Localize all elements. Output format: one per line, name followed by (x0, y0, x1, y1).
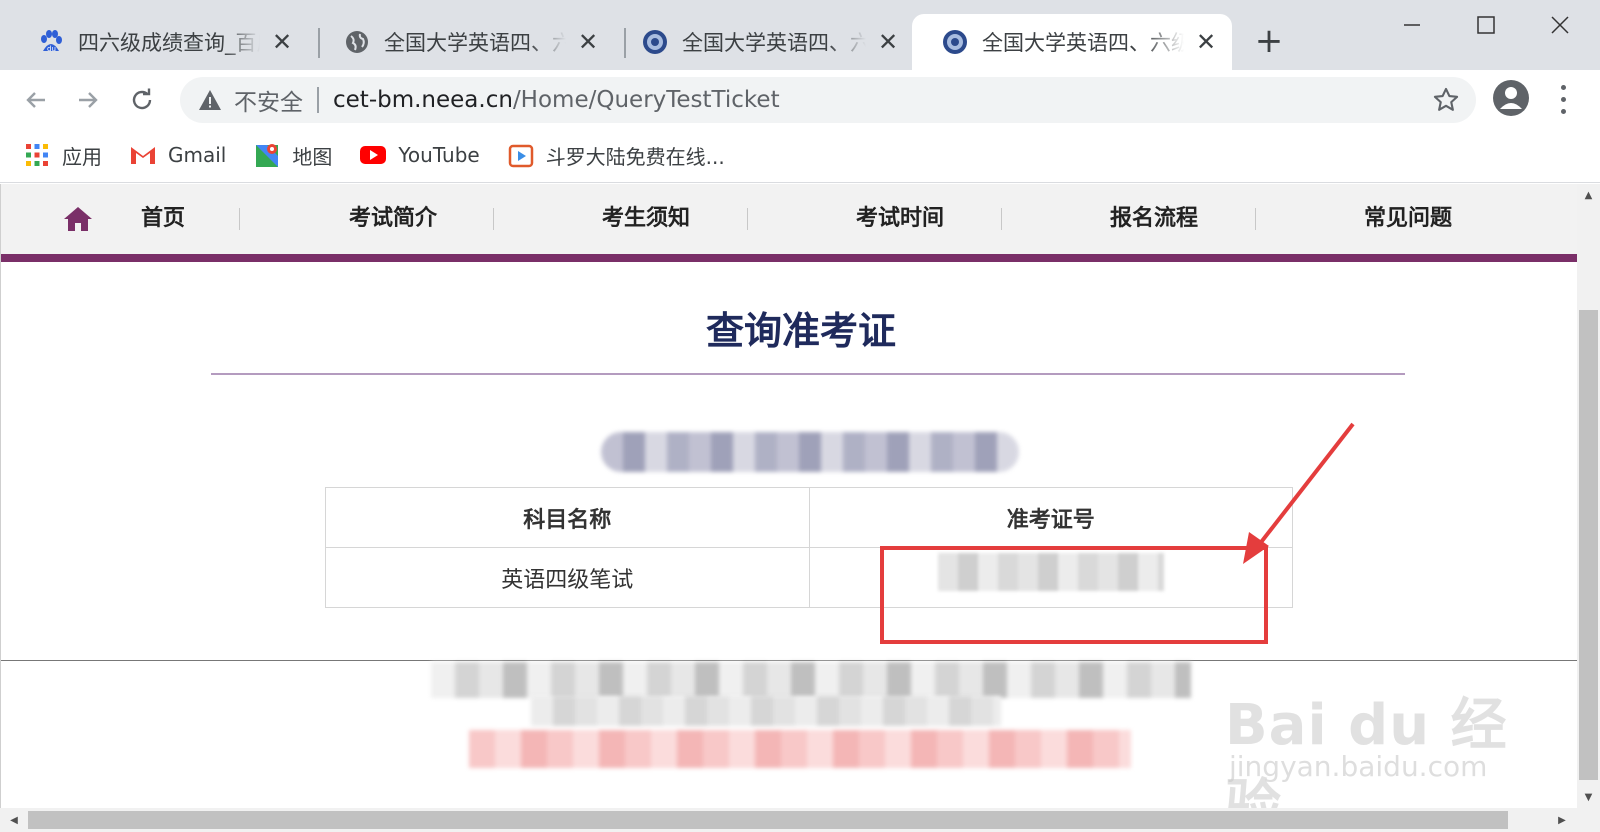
close-tab-icon[interactable]: ✕ (576, 28, 600, 56)
url-text[interactable]: cet-bm.neea.cn/Home/QueryTestTicket (333, 87, 780, 113)
warning-triangle-icon[interactable] (198, 88, 222, 112)
browser-menu-icon[interactable] (1553, 81, 1573, 117)
security-status[interactable]: 不安全 (234, 83, 303, 117)
bookmark-label: 地图 (292, 144, 333, 169)
page-viewport: 首页 考试简介 考生须知 考试时间 报名流程 常见问题 查询准考证 科目名称 准… (0, 184, 1577, 808)
close-tab-icon[interactable]: ✕ (876, 28, 900, 56)
reload-icon[interactable] (122, 80, 162, 120)
tab-title: 全国大学英语四、六级 (982, 31, 1184, 55)
nav-separator (1255, 208, 1256, 230)
back-icon[interactable] (16, 80, 56, 120)
bookmark-youtube[interactable]: YouTube (360, 142, 480, 168)
nav-registration-process[interactable]: 报名流程 (1110, 200, 1198, 232)
scroll-right-icon[interactable]: ▶ (1550, 808, 1574, 832)
highlight-box (880, 546, 1268, 644)
nav-exam-time[interactable]: 考试时间 (856, 200, 944, 232)
accent-bar (1, 254, 1577, 262)
browser-tab-active[interactable]: 全国大学英语四、六级 ✕ (912, 14, 1232, 70)
baidu-jingyan-watermark: Bai du 经验 jingyan.baidu.com (1225, 658, 1525, 808)
scrollbar-thumb[interactable] (1579, 310, 1598, 780)
new-tab-button[interactable]: + (1252, 24, 1286, 58)
maps-icon (254, 142, 280, 168)
video-play-icon (508, 142, 534, 168)
scrollbar-thumb[interactable] (28, 811, 1508, 829)
blurred-candidate-name (601, 432, 1019, 472)
bookmark-maps[interactable]: 地图 (254, 141, 332, 170)
url-path: /Home/QueryTestTicket (512, 87, 780, 113)
scroll-up-icon[interactable]: ▲ (1577, 184, 1600, 206)
bookmark-gmail[interactable]: Gmail (130, 142, 226, 168)
pointer-arrow-annotation (1243, 422, 1355, 564)
nav-separator (239, 208, 240, 230)
browser-tab-3[interactable]: 全国大学英语四、六级 ✕ (612, 14, 914, 70)
neea-seal-icon (642, 29, 668, 55)
svg-text:du: du (47, 45, 56, 53)
bookmark-label: YouTube (398, 143, 480, 167)
page-title: 查询准考证 (705, 309, 896, 353)
watermark-logo: Bai du 经验 (1225, 693, 1508, 808)
apps-grid-icon (24, 142, 50, 168)
minimize-icon[interactable] (1392, 8, 1432, 42)
nav-separator (747, 208, 748, 230)
tab-title: 四六级成绩查询_百度搜 (78, 31, 260, 55)
neea-seal-icon (942, 29, 968, 55)
maximize-icon[interactable] (1466, 8, 1506, 42)
baidu-paw-icon: du (38, 29, 64, 55)
nav-home[interactable]: 首页 (141, 200, 185, 232)
browser-tab-1[interactable]: du 四六级成绩查询_百度搜 ✕ (8, 14, 308, 70)
nav-faq[interactable]: 常见问题 (1364, 200, 1452, 232)
nav-separator (1001, 208, 1002, 230)
vertical-scrollbar[interactable]: ▲ ▼ (1577, 184, 1600, 808)
bookmark-label: Gmail (168, 143, 227, 167)
table-header-row: 科目名称 准考证号 (325, 487, 1293, 548)
nav-exam-intro[interactable]: 考试简介 (349, 200, 437, 232)
globe-icon (344, 29, 370, 55)
header-ticket-number: 准考证号 (808, 487, 1293, 548)
bookmark-apps[interactable]: 应用 (24, 141, 102, 170)
home-icon[interactable] (63, 206, 93, 232)
close-window-icon[interactable] (1540, 8, 1580, 42)
browser-tab-2[interactable]: 全国大学英语四、六级 ✕ (314, 14, 614, 70)
horizontal-scrollbar[interactable]: ◀ ▶ (0, 808, 1600, 832)
browser-tab-strip: du 四六级成绩查询_百度搜 ✕ 全国大学英语四、六级 ✕ 全国大学英语四、六级… (0, 0, 1600, 70)
tab-title: 全国大学英语四、六级 (384, 31, 566, 55)
title-underline (211, 373, 1405, 375)
scroll-left-icon[interactable]: ◀ (2, 808, 26, 832)
nav-separator (493, 208, 494, 230)
close-tab-icon[interactable]: ✕ (270, 28, 294, 56)
tab-title: 全国大学英语四、六级 (682, 31, 866, 55)
bookmark-star-icon[interactable] (1432, 86, 1460, 114)
blurred-footer-text (531, 696, 1001, 726)
header-subject: 科目名称 (325, 487, 810, 548)
url-host: cet-bm.neea.cn (333, 87, 513, 113)
blurred-footer-text (431, 662, 1191, 698)
blurred-footer-text (469, 730, 1131, 768)
nav-candidate-notice[interactable]: 考生须知 (602, 200, 690, 232)
forward-icon[interactable] (68, 80, 108, 120)
bookmark-label: 斗罗大陆免费在线... (545, 144, 725, 169)
profile-avatar-icon[interactable] (1492, 79, 1530, 117)
close-tab-icon[interactable]: ✕ (1194, 28, 1218, 56)
scroll-down-icon[interactable]: ▼ (1577, 786, 1600, 808)
bookmark-douluo[interactable]: 斗罗大陆免费在线... (508, 141, 725, 170)
address-bar[interactable]: 不安全 cet-bm.neea.cn/Home/QueryTestTicket (180, 77, 1476, 123)
site-navigation: 首页 考试简介 考生须知 考试时间 报名流程 常见问题 (1, 184, 1577, 254)
divider (317, 87, 319, 113)
gmail-icon (130, 142, 156, 168)
cell-subject: 英语四级笔试 (325, 547, 810, 608)
youtube-icon (360, 142, 387, 168)
watermark-url: jingyan.baidu.com (1229, 750, 1488, 783)
bookmark-label: 应用 (62, 144, 102, 169)
bookmarks-bar: 应用 Gmail 地图 YouTube 斗罗大陆免费在线... (0, 128, 1600, 183)
browser-toolbar: 不安全 cet-bm.neea.cn/Home/QueryTestTicket (0, 70, 1600, 128)
